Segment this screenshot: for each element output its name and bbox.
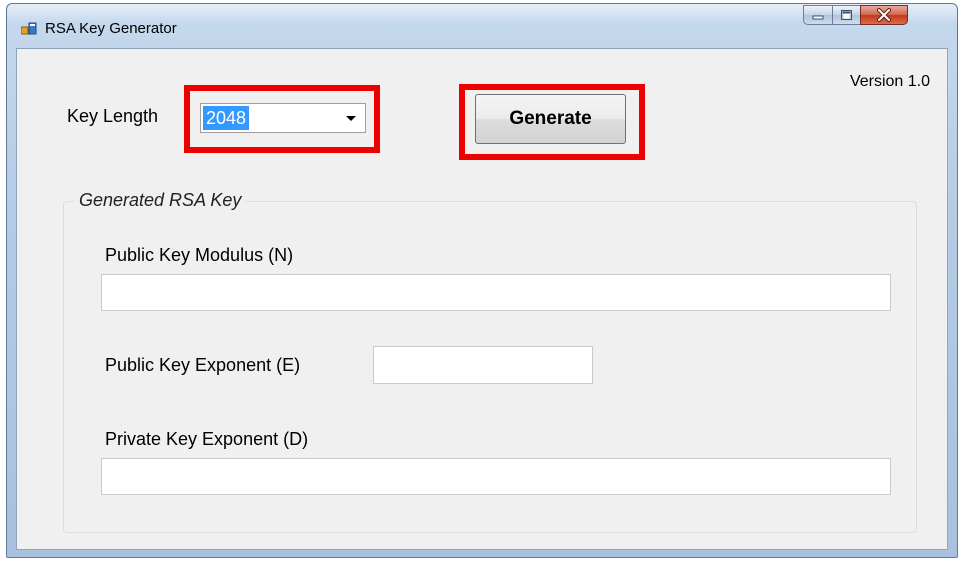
highlight-box-key-length — [184, 85, 380, 153]
client-area: Version 1.0 Key Length 2048 Generate Gen… — [16, 48, 948, 550]
modulus-field[interactable] — [101, 274, 891, 311]
version-label: Version 1.0 — [849, 73, 930, 90]
maximize-icon — [841, 10, 852, 20]
public-exponent-field[interactable] — [373, 346, 593, 384]
key-length-label: Key Length — [67, 106, 159, 126]
highlight-box-generate — [459, 84, 645, 160]
close-button[interactable] — [860, 5, 908, 25]
close-icon — [877, 8, 891, 22]
private-exponent-label: Private Key Exponent (D) — [105, 429, 309, 449]
title-bar[interactable]: RSA Key Generator — [7, 4, 957, 48]
app-window: RSA Key Generator Version 1.0 Key Length… — [6, 3, 958, 558]
app-icon — [21, 22, 37, 35]
public-exponent-label: Public Key Exponent (E) — [105, 355, 301, 375]
maximize-button[interactable] — [832, 5, 861, 25]
private-exponent-field[interactable] — [101, 458, 891, 495]
minimize-button[interactable] — [803, 5, 833, 25]
minimize-icon — [812, 15, 824, 20]
window-title: RSA Key Generator — [45, 20, 177, 37]
modulus-label: Public Key Modulus (N) — [105, 245, 294, 265]
group-title: Generated RSA Key — [75, 190, 246, 211]
